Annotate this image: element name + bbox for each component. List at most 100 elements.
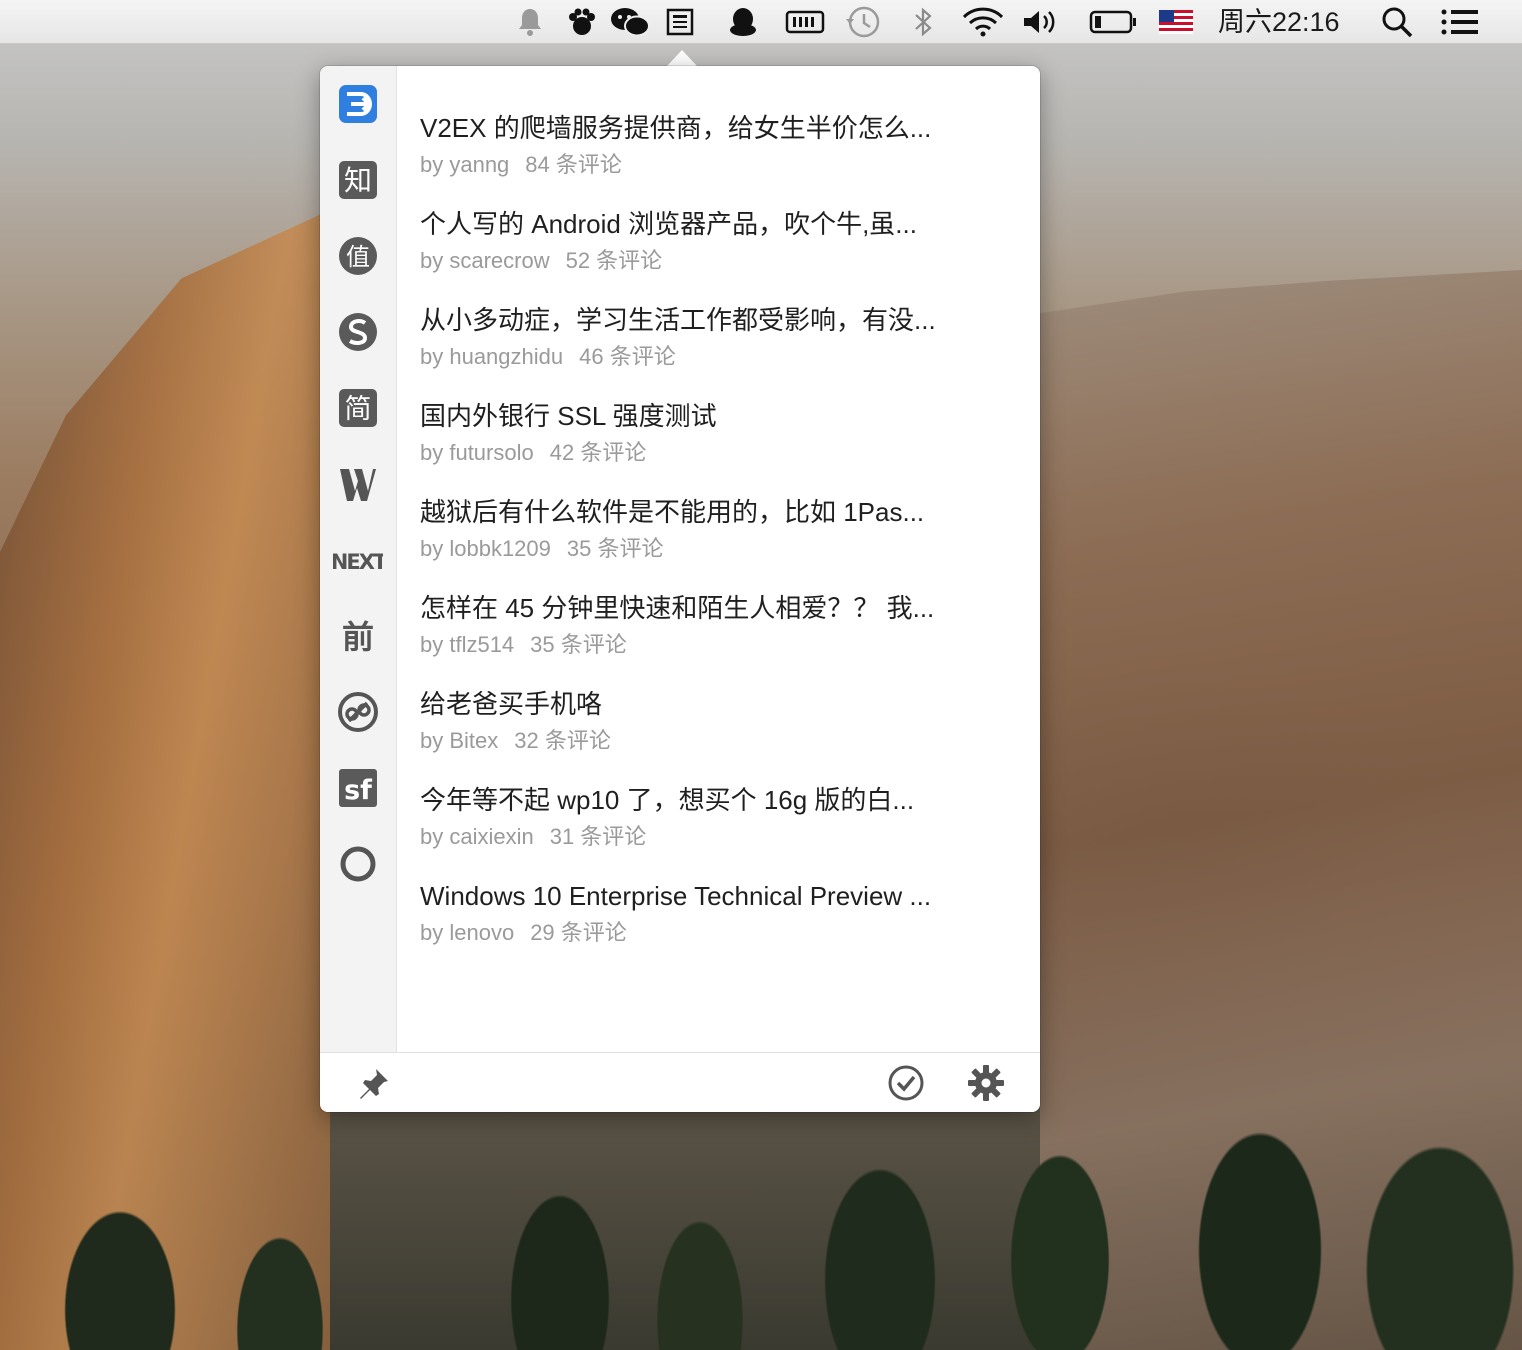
topic-author: by caixiexin	[420, 824, 534, 849]
s-circle-icon	[339, 313, 377, 351]
menu-bar: 周六22:16	[0, 0, 1522, 44]
menu-bar-clock[interactable]: 周六22:16	[1218, 6, 1340, 38]
topic-author: by tflz514	[420, 632, 515, 657]
memory-icon[interactable]	[784, 6, 826, 38]
bell-icon[interactable]	[512, 6, 548, 38]
w-logo-icon	[340, 469, 376, 501]
topic-comments: 84 条评论	[525, 152, 622, 177]
topic-meta: by lenovo 29 条评论	[420, 918, 1000, 948]
topic-item[interactable]: 越狱后有什么软件是不能用的，比如 1Pas... by lobbk1209 35 …	[420, 470, 1000, 561]
sidebar-item-v2ex[interactable]	[332, 78, 384, 130]
topic-author: by lenovo	[420, 920, 515, 945]
topic-item[interactable]: 今年等不起 wp10 了，想买个 16g 版的白... by caixiexin…	[420, 758, 1000, 849]
topic-meta: by tflz514 35 条评论	[420, 630, 1000, 660]
zhihu-glyph: 知	[344, 164, 372, 197]
smzdm-glyph: 值	[346, 243, 370, 271]
topic-title[interactable]: 怎样在 45 分钟里快速和陌生人相爱？？ 我...	[420, 588, 1000, 628]
news-reader-popover: 知 值 简 NEXT 前 sf V2EX 的爬墙服务提供商，给女生半价怎么...…	[320, 66, 1040, 1112]
next-logo-icon: NEXT	[333, 550, 383, 574]
topic-item[interactable]: V2EX 的爬墙服务提供商，给女生半价怎么... by yanng 84 条评论	[420, 86, 1000, 177]
check-circle-icon	[888, 1065, 924, 1101]
topic-item[interactable]: 给老爸买手机咯 by Bitex 32 条评论	[420, 662, 1000, 753]
topic-title[interactable]: V2EX 的爬墙服务提供商，给女生半价怎么...	[420, 108, 1000, 148]
paw-icon[interactable]	[564, 6, 600, 38]
topic-meta: by scarecrow 52 条评论	[420, 246, 1000, 276]
topic-title[interactable]: 从小多动症，学习生活工作都受影响，有没...	[420, 300, 1000, 340]
sf-glyph: sf	[344, 775, 372, 806]
topic-meta: by lobbk1209 35 条评论	[420, 534, 1000, 564]
pin-icon	[360, 1069, 388, 1099]
topic-comments: 32 条评论	[514, 728, 611, 753]
topic-meta: by Bitex 32 条评论	[420, 726, 1000, 756]
topic-meta: by huangzhidu 46 条评论	[420, 342, 1000, 372]
topic-title[interactable]: 国内外银行 SSL 强度测试	[420, 396, 1000, 436]
topic-meta: by caixiexin 31 条评论	[420, 822, 1000, 852]
next-glyph: NEXT	[333, 550, 383, 574]
sidebar-item-qianxian[interactable]: 前	[332, 610, 384, 662]
wallpaper-trees	[0, 1080, 1522, 1350]
topic-comments: 29 条评论	[530, 920, 627, 945]
topic-comments: 31 条评论	[549, 824, 647, 849]
sidebar-item-zhihu[interactable]: 知	[332, 154, 384, 206]
sidebar-item-w-site[interactable]	[332, 458, 384, 510]
sidebar-item-segmentfault[interactable]: sf	[332, 762, 384, 814]
sidebar-item-next[interactable]: NEXT	[332, 534, 384, 586]
bluetooth-icon[interactable]	[906, 6, 940, 38]
source-sidebar: 知 值 简 NEXT 前 sf	[320, 66, 397, 1052]
topic-meta: by yanng 84 条评论	[420, 150, 1000, 180]
topic-title[interactable]: 今年等不起 wp10 了，想买个 16g 版的白...	[420, 780, 1000, 820]
sidebar-item-ring[interactable]	[332, 838, 384, 890]
gear-icon	[968, 1065, 1004, 1101]
mark-all-read-button[interactable]	[886, 1063, 926, 1103]
topic-item[interactable]: 国内外银行 SSL 强度测试 by futursolo 42 条评论	[420, 374, 1000, 465]
topic-item[interactable]: 个人写的 Android 浏览器产品，吹个牛,虽... by scarecrow…	[420, 182, 1000, 273]
sidebar-item-smzdm[interactable]: 值	[332, 230, 384, 282]
topic-comments: 46 条评论	[579, 344, 676, 369]
wechat-icon[interactable]	[608, 6, 652, 38]
topic-list: V2EX 的爬墙服务提供商，给女生半价怎么... by yanng 84 条评论 …	[397, 66, 1040, 1052]
time-machine-icon[interactable]	[842, 6, 884, 38]
qq-icon[interactable]	[724, 6, 762, 38]
topic-author: by yanng	[420, 152, 510, 177]
topic-item[interactable]: 从小多动症，学习生活工作都受影响，有没... by huangzhidu 46 条…	[420, 278, 1000, 369]
jianshu-icon: 简	[339, 389, 377, 427]
qianxian-icon: 前	[342, 618, 374, 656]
v2ex-icon	[339, 85, 377, 123]
topic-author: by lobbk1209	[420, 536, 551, 561]
topic-author: by Bitex	[420, 728, 499, 753]
popover-arrow	[667, 50, 697, 66]
wifi-icon[interactable]	[960, 6, 1006, 38]
spotlight-search-icon[interactable]	[1378, 6, 1416, 38]
popover-footer	[320, 1052, 1040, 1112]
battery-icon[interactable]	[1088, 6, 1138, 38]
sidebar-item-segmentfault-s[interactable]	[332, 306, 384, 358]
zhi-value-icon: 值	[339, 237, 377, 275]
pin-button[interactable]	[354, 1063, 394, 1103]
topic-author: by scarecrow	[420, 248, 550, 273]
topic-author: by huangzhidu	[420, 344, 564, 369]
topic-comments: 42 条评论	[549, 440, 647, 465]
topic-meta: by futursolo 42 条评论	[420, 438, 1000, 468]
sf-icon: sf	[339, 769, 377, 807]
topic-comments: 35 条评论	[566, 536, 664, 561]
topic-title[interactable]: 给老爸买手机咯	[420, 684, 1000, 724]
topic-item[interactable]: Windows 10 Enterprise Technical Preview …	[420, 854, 1000, 945]
notification-center-icon[interactable]	[1438, 6, 1482, 38]
topic-title[interactable]: Windows 10 Enterprise Technical Preview …	[420, 876, 1000, 916]
reader-icon[interactable]	[662, 6, 698, 38]
topic-title[interactable]: 个人写的 Android 浏览器产品，吹个牛,虽...	[420, 204, 1000, 244]
topic-title[interactable]: 越狱后有什么软件是不能用的，比如 1Pas...	[420, 492, 1000, 532]
sidebar-item-jianshu[interactable]: 简	[332, 382, 384, 434]
settings-button[interactable]	[966, 1063, 1006, 1103]
topic-comments: 35 条评论	[530, 632, 627, 657]
jianshu-glyph: 简	[345, 394, 372, 425]
topic-comments: 52 条评论	[565, 248, 663, 273]
link-circle-icon	[338, 692, 378, 732]
qianxian-glyph: 前	[342, 618, 374, 656]
volume-icon[interactable]	[1020, 6, 1060, 38]
us-flag-icon[interactable]	[1158, 6, 1194, 38]
topic-item[interactable]: 怎样在 45 分钟里快速和陌生人相爱？？ 我... by tflz514 35 条…	[420, 566, 1000, 657]
topic-author: by futursolo	[420, 440, 534, 465]
sidebar-item-link-site[interactable]	[332, 686, 384, 738]
zhihu-icon: 知	[339, 161, 377, 199]
